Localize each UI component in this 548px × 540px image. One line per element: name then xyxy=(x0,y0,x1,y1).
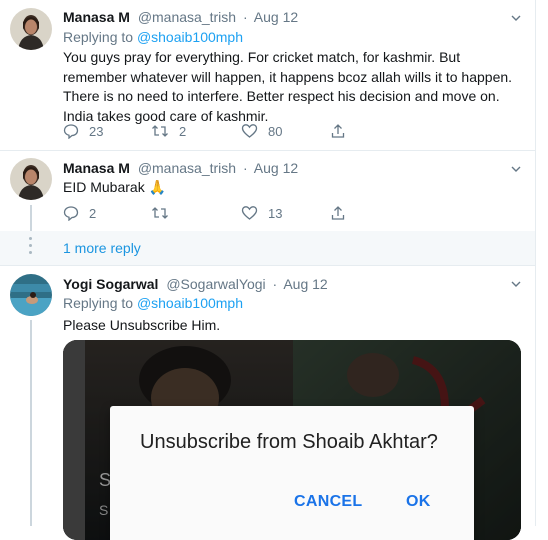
retweet-icon xyxy=(152,207,168,219)
dialog-title: Unsubscribe from Shoaib Akhtar? xyxy=(140,431,438,453)
more-dots-icon xyxy=(29,237,33,258)
replying-to: Replying to @shoaib100mph xyxy=(63,29,243,45)
chevron-down-icon[interactable] xyxy=(510,278,522,290)
page-edge xyxy=(535,0,548,526)
avatar-manasa[interactable] xyxy=(10,158,52,200)
ok-button[interactable]: OK xyxy=(406,493,431,511)
tweet-2[interactable]: Manasa M @manasa_trish · Aug 12 EID Muba… xyxy=(0,151,535,231)
tweet-header: Manasa M @manasa_trish · Aug 12 xyxy=(63,9,298,25)
share-button[interactable] xyxy=(330,123,356,139)
chevron-down-icon[interactable] xyxy=(510,163,522,175)
retweet-button[interactable]: 2 xyxy=(151,123,186,139)
share-icon xyxy=(331,206,345,220)
separator-dot: · xyxy=(242,9,248,25)
avatar-image xyxy=(10,158,52,200)
retweet-button[interactable] xyxy=(151,205,179,221)
replying-handle-link[interactable]: @shoaib100mph xyxy=(137,295,243,311)
unsubscribe-dialog: Unsubscribe from Shoaib Akhtar? CANCEL O… xyxy=(110,406,474,540)
like-button[interactable]: 13 xyxy=(241,205,282,221)
replying-prefix: Replying to xyxy=(63,295,134,311)
retweet-count: 2 xyxy=(179,123,187,139)
share-button[interactable] xyxy=(330,205,356,221)
like-count: 13 xyxy=(268,205,283,221)
retweet-icon xyxy=(152,125,168,137)
reply-icon xyxy=(63,206,79,221)
tweet-text: Please Unsubscribe Him. xyxy=(63,317,221,333)
user-handle[interactable]: @SogarwalYogi xyxy=(166,276,265,292)
display-name[interactable]: Manasa M xyxy=(63,9,130,25)
user-handle[interactable]: @manasa_trish xyxy=(138,9,236,25)
avatar-manasa[interactable] xyxy=(10,8,52,50)
more-replies-row[interactable]: 1 more reply xyxy=(0,231,535,265)
tweet-date[interactable]: Aug 12 xyxy=(254,9,298,25)
reply-button[interactable]: 2 xyxy=(63,205,96,221)
avatar-yogi[interactable] xyxy=(10,274,52,316)
replying-to: Replying to @shoaib100mph xyxy=(63,295,243,311)
tweet-1[interactable]: Manasa M @manasa_trish · Aug 12 Replying… xyxy=(0,0,535,150)
reply-button[interactable]: 23 xyxy=(63,123,103,139)
tweet-header: Manasa M @manasa_trish · Aug 12 xyxy=(63,160,298,176)
avatar-image xyxy=(10,8,52,50)
separator-dot: · xyxy=(272,276,278,292)
tweet-date[interactable]: Aug 12 xyxy=(283,276,327,292)
like-button[interactable]: 80 xyxy=(241,123,282,139)
tweet-header: Yogi Sogarwal @SogarwalYogi · Aug 12 xyxy=(63,276,328,292)
heart-icon xyxy=(241,124,258,138)
chevron-down-icon[interactable] xyxy=(510,12,522,24)
reply-count: 2 xyxy=(89,205,97,221)
reply-icon xyxy=(63,124,79,139)
more-replies-link[interactable]: 1 more reply xyxy=(63,240,141,256)
like-count: 80 xyxy=(268,123,283,139)
avatar-image xyxy=(10,274,52,316)
replying-handle-link[interactable]: @shoaib100mph xyxy=(137,29,243,45)
user-handle[interactable]: @manasa_trish xyxy=(138,160,236,176)
tweet-actions: 23 2 80 xyxy=(63,123,363,143)
tweet-date[interactable]: Aug 12 xyxy=(254,160,298,176)
replying-prefix: Replying to xyxy=(63,29,134,45)
separator-dot: · xyxy=(242,160,248,176)
display-name[interactable]: Yogi Sogarwal xyxy=(63,276,158,292)
reply-count: 23 xyxy=(89,123,104,139)
thread-line xyxy=(30,205,32,231)
tweet-actions: 2 13 xyxy=(63,205,363,225)
share-icon xyxy=(331,124,345,138)
partial-letter: S xyxy=(99,502,108,518)
tweet-text: You guys pray for everything. For cricke… xyxy=(63,49,513,124)
tweet-text: EID Mubarak 🙏 xyxy=(63,179,167,195)
tweet-media-image[interactable]: S S Unsubscribe from Shoaib Akhtar? CANC… xyxy=(63,340,521,540)
thread-line xyxy=(30,320,32,526)
display-name[interactable]: Manasa M xyxy=(63,160,130,176)
heart-icon xyxy=(241,206,258,220)
cancel-button[interactable]: CANCEL xyxy=(294,493,362,511)
